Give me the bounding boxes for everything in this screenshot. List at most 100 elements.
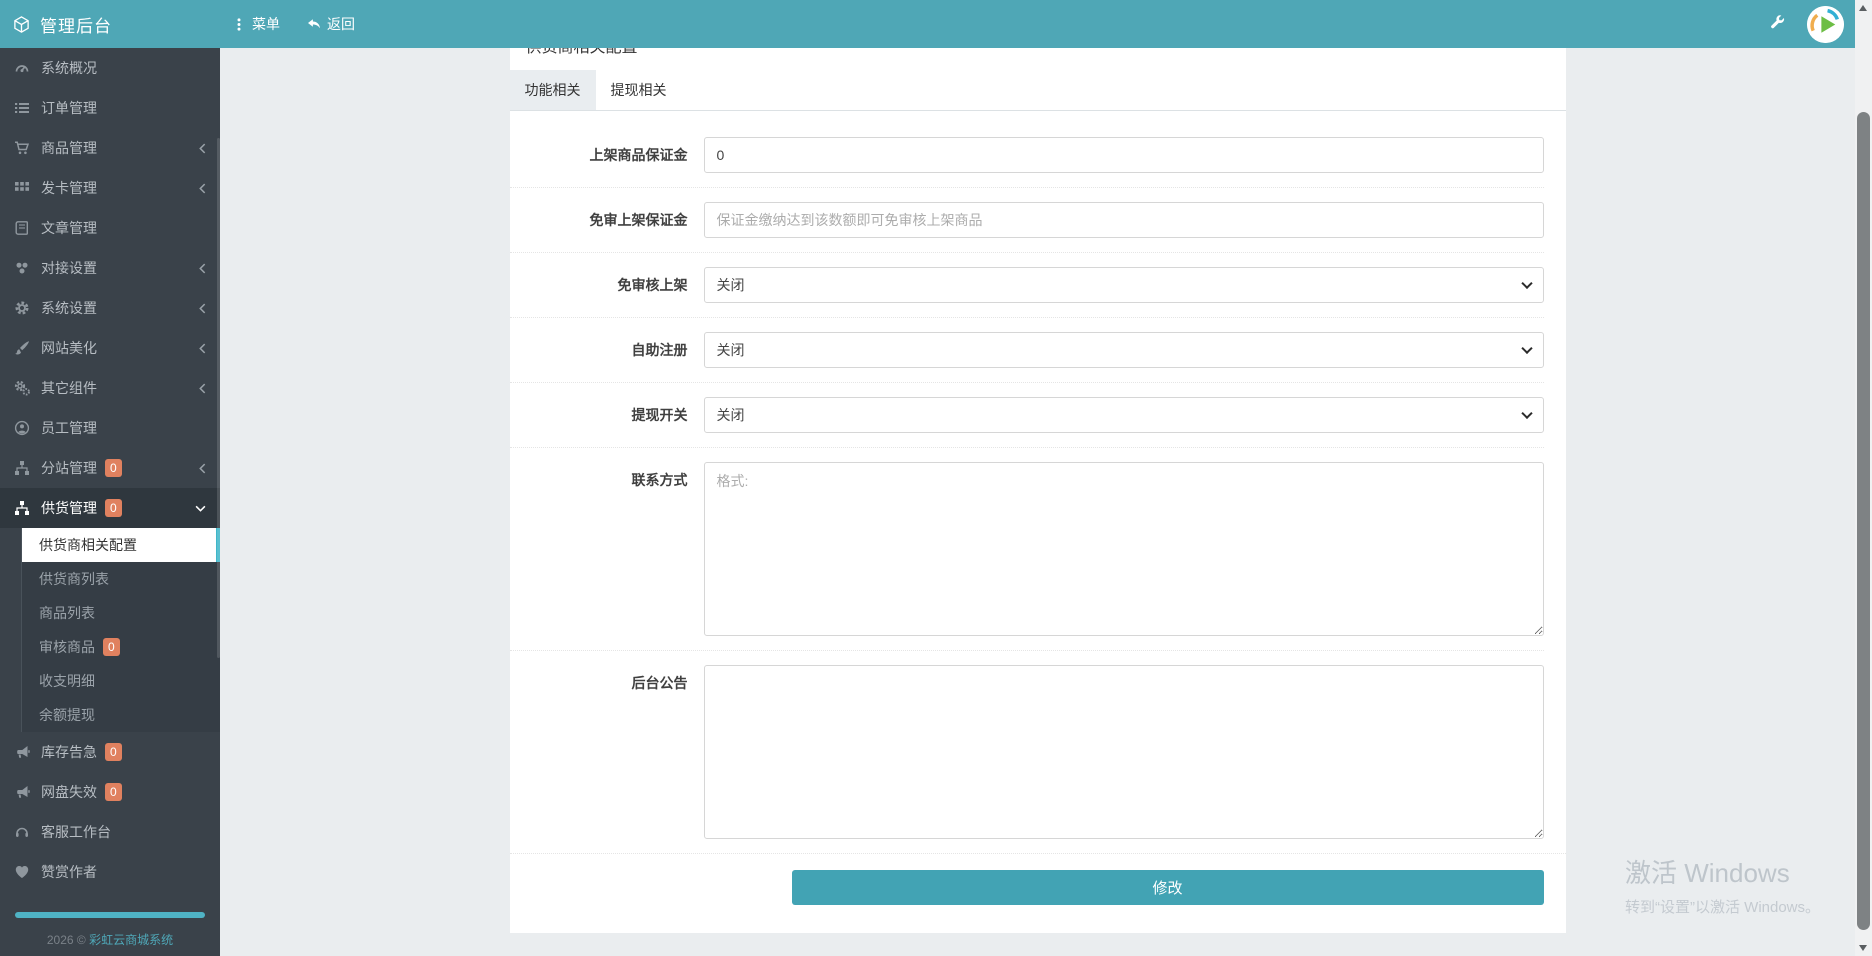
nodes-icon [14, 260, 30, 276]
sidebar-nav: 系统概况订单管理商品管理发卡管理文章管理对接设置系统设置网站美化其它组件员工管理… [0, 48, 220, 892]
sidebar-item[interactable]: 系统设置 [0, 288, 220, 328]
scrollbar-down-arrow[interactable] [1859, 945, 1867, 951]
app-brand[interactable]: 管理后台 [0, 0, 220, 48]
form-row: 免审上架保证金 [510, 187, 1544, 252]
admin-notice-textarea[interactable] [704, 665, 1544, 839]
form-row: 免审核上架关闭 [510, 252, 1544, 317]
field-label: 后台公告 [510, 665, 688, 839]
sidebar-item[interactable]: 商品管理 [0, 128, 220, 168]
gear-icon [14, 300, 30, 316]
withdraw-switch-select[interactable]: 关闭 [704, 397, 1544, 433]
submenu-item[interactable]: 余额提现 [22, 698, 220, 732]
scrollbar-up-arrow[interactable] [1859, 5, 1867, 11]
bullhorn-icon [14, 784, 30, 800]
sidebar-item[interactable]: 系统概况 [0, 48, 220, 88]
footer-year: 2026 © [47, 933, 86, 947]
sidebar-item-label: 对接设置 [41, 258, 97, 278]
cogs-icon [14, 380, 30, 396]
field-label: 免审核上架 [510, 267, 688, 303]
submenu-item-label: 审核商品 [39, 637, 95, 657]
no-review-deposit-input[interactable] [704, 202, 1544, 238]
menu-button[interactable]: 菜单 [233, 14, 280, 34]
no-review-listing-select[interactable]: 关闭 [704, 267, 1544, 303]
footer-brand-link[interactable]: 彩虹云商城系统 [89, 933, 173, 947]
wrench-button[interactable] [1770, 15, 1785, 33]
gauge-icon [14, 60, 30, 76]
self-register-select[interactable]: 关闭 [704, 332, 1544, 368]
book-icon [14, 220, 30, 236]
sidebar-item[interactable]: 分站管理 0 [0, 448, 220, 488]
sidebar-item-label: 系统概况 [41, 58, 97, 78]
field-label: 自助注册 [510, 332, 688, 368]
scrollbar-thumb[interactable] [1857, 112, 1870, 930]
field-label: 免审上架保证金 [510, 202, 688, 238]
reply-icon [308, 18, 320, 31]
submenu-item[interactable]: 供货商列表 [22, 562, 220, 596]
topbar-right [1770, 6, 1844, 43]
sidebar-item-label: 商品管理 [41, 138, 97, 158]
tab-features[interactable]: 功能相关 [510, 70, 596, 110]
badge: 0 [103, 638, 120, 656]
sidebar-scrollbar[interactable] [217, 138, 220, 658]
submit-button[interactable]: 修改 [792, 870, 1544, 905]
sidebar-item[interactable]: 供货管理0 [0, 488, 220, 528]
wrench-icon [1770, 15, 1785, 30]
sidebar-item[interactable]: 对接设置 [0, 248, 220, 288]
submenu-item-label: 供货商列表 [39, 569, 109, 589]
back-label: 返回 [327, 14, 355, 34]
list-icon [14, 100, 30, 116]
sidebar-item-label: 分站管理 [41, 458, 97, 478]
sidebar: 系统概况订单管理商品管理发卡管理文章管理对接设置系统设置网站美化其它组件员工管理… [0, 48, 220, 956]
chevron-down-icon [195, 505, 206, 512]
sidebar-item[interactable]: 赞赏作者 [0, 852, 220, 892]
sidebar-item[interactable]: 库存告急0 [0, 732, 220, 772]
submenu-item[interactable]: 收支明细 [22, 664, 220, 698]
window-scrollbar[interactable] [1855, 0, 1872, 956]
sidebar-item[interactable]: 其它组件 [0, 368, 220, 408]
topbar: 管理后台 菜单 返回 [0, 0, 1872, 48]
sidebar-item[interactable]: 网站美化 [0, 328, 220, 368]
watermark-line2: 转到“设置”以激活 Windows。 [1625, 896, 1820, 917]
submenu-item[interactable]: 审核商品 0 [22, 630, 220, 664]
form-row: 后台公告 [510, 650, 1544, 853]
brush-icon [14, 340, 30, 356]
headset-icon [14, 824, 30, 840]
sidebar-item-label: 系统设置 [41, 298, 97, 318]
submit-row: 修改 [510, 853, 1566, 922]
sitemap-icon [14, 460, 30, 476]
config-panel: 供货商相关配置 功能相关提现相关 上架商品保证金免审上架保证金免审核上架关闭自助… [510, 48, 1566, 933]
contact-info-textarea[interactable] [704, 462, 1544, 636]
badge: 0 [105, 459, 122, 477]
topbar-menu: 菜单 返回 [233, 14, 355, 34]
sidebar-item[interactable]: 客服工作台 [0, 812, 220, 852]
avatar[interactable] [1807, 6, 1844, 43]
sidebar-item[interactable]: 员工管理 [0, 408, 220, 448]
sidebar-item-label: 发卡管理 [41, 178, 97, 198]
listing-deposit-input[interactable] [704, 137, 1544, 173]
form-row: 自助注册关闭 [510, 317, 1544, 382]
tab-withdraw[interactable]: 提现相关 [596, 70, 682, 110]
form-row: 上架商品保证金 [510, 111, 1544, 187]
main-content: 供货商相关配置 功能相关提现相关 上架商品保证金免审上架保证金免审核上架关闭自助… [220, 48, 1855, 956]
sidebar-item[interactable]: 网盘失效0 [0, 772, 220, 812]
submenu-item-label: 余额提现 [39, 705, 95, 725]
sidebar-item[interactable]: 订单管理 [0, 88, 220, 128]
sidebar-item-label: 订单管理 [41, 98, 97, 118]
kebab-icon [233, 18, 245, 31]
windows-activation-watermark: 激活 Windows 转到“设置”以激活 Windows。 [1625, 853, 1820, 917]
menu-label: 菜单 [252, 14, 280, 34]
badge: 0 [105, 499, 122, 517]
field-label: 提现开关 [510, 397, 688, 433]
heart-icon [14, 864, 30, 880]
sidebar-item[interactable]: 发卡管理 [0, 168, 220, 208]
app-title: 管理后台 [40, 12, 112, 37]
sidebar-item[interactable]: 文章管理 [0, 208, 220, 248]
submenu-item[interactable]: 商品列表 [22, 596, 220, 630]
play-logo-icon [1807, 6, 1844, 43]
submenu-item-label: 收支明细 [39, 671, 95, 691]
submenu-item[interactable]: 供货商相关配置 [22, 528, 220, 562]
back-button[interactable]: 返回 [308, 14, 355, 34]
chevron-left-icon [199, 343, 206, 354]
badge: 0 [105, 783, 122, 801]
sidebar-item-label: 员工管理 [41, 418, 97, 438]
